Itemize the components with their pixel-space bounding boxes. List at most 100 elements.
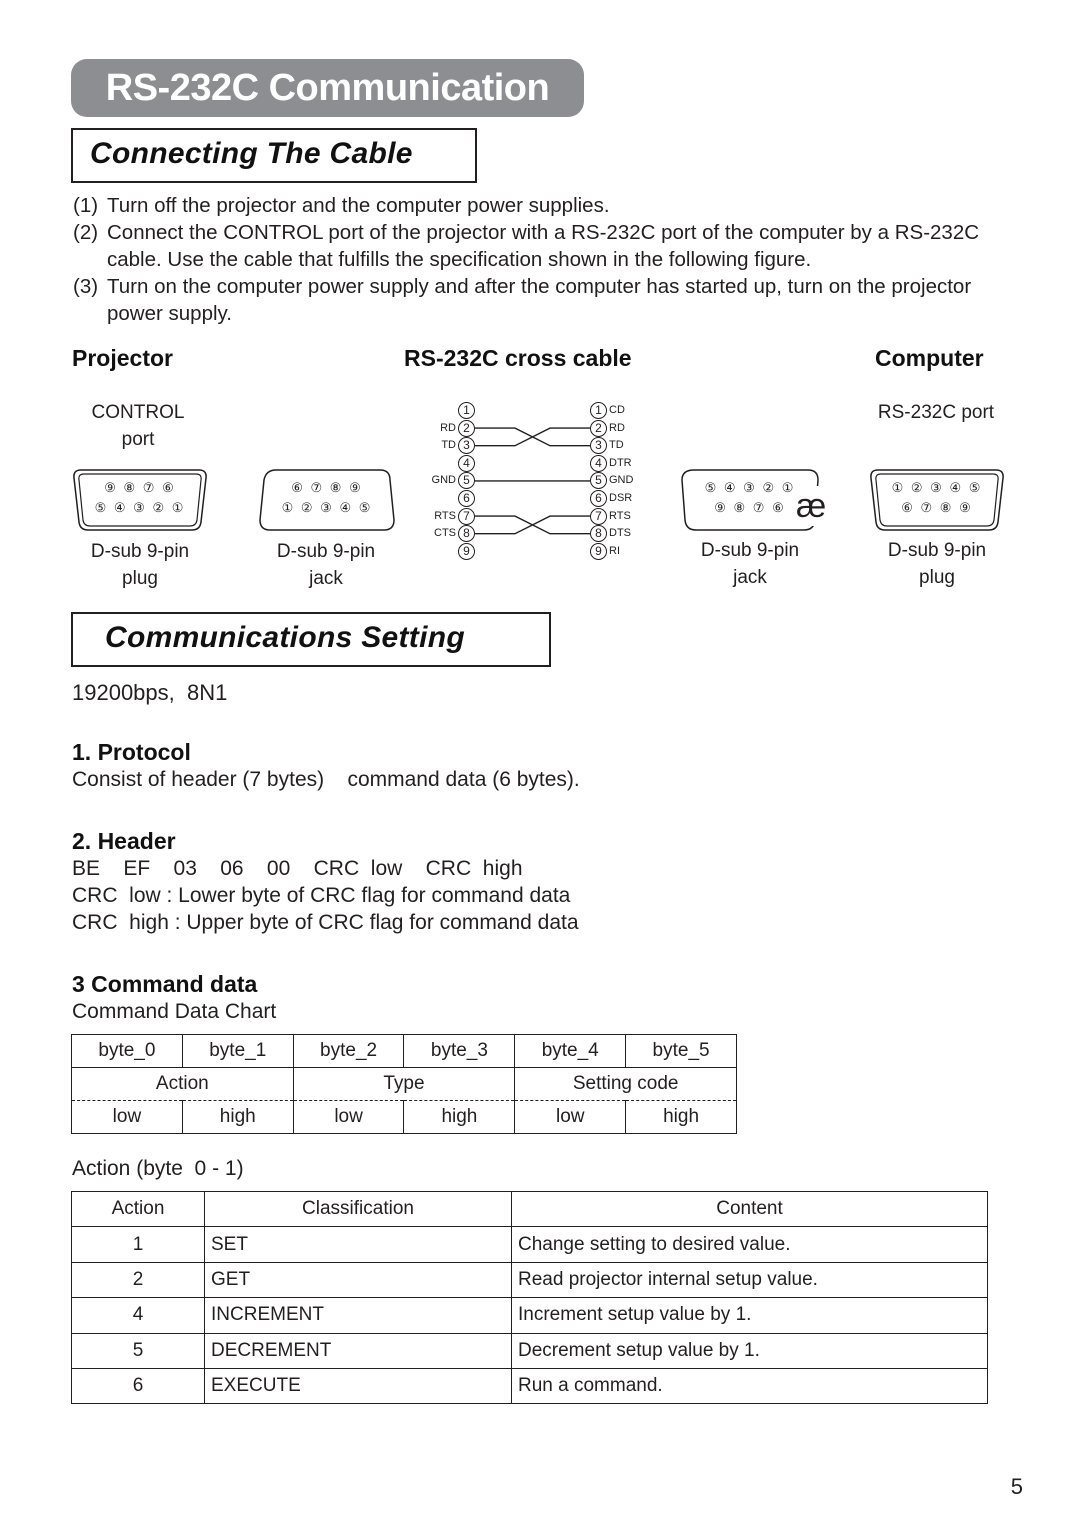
pin-row-top: ① ② ③ ④ ⑤	[891, 480, 983, 495]
step-number: (2)	[73, 221, 99, 244]
content: Change setting to desired value.	[511, 1226, 988, 1263]
order-cell: high	[181, 1100, 294, 1134]
section-title: Communications Setting	[105, 621, 465, 654]
control-port-label: CONTROL port	[78, 399, 198, 453]
classification: DECREMENT	[204, 1332, 512, 1369]
action-code: 2	[71, 1261, 205, 1299]
connector-gender: jack	[309, 568, 343, 589]
right-signal-label: DTR	[609, 456, 632, 469]
content: Decrement setup value by 1.	[511, 1332, 988, 1369]
connector-gender: plug	[122, 568, 158, 589]
left-pin-9: 9	[458, 542, 475, 560]
table-header-row: Action Classification Content	[71, 1190, 988, 1228]
table-row: byte_0 byte_1 byte_2 byte_3 byte_4 byte_…	[71, 1034, 737, 1068]
connector-label: D-sub 9-pin plug	[72, 538, 208, 592]
table-row: 4 INCREMENT Increment setup value by 1.	[71, 1297, 988, 1334]
control-label-line1: CONTROL	[91, 402, 185, 423]
protocol-heading: 1. Protocol	[72, 739, 191, 765]
byte-cell: byte_0	[71, 1034, 183, 1068]
header-heading: 2. Header	[72, 828, 176, 854]
left-signal-label: RTS	[434, 509, 456, 522]
byte-cell: byte_4	[514, 1034, 627, 1068]
byte-cell: byte_3	[403, 1034, 516, 1068]
pin-row-top: ⑨ ⑧ ⑦ ⑥	[104, 480, 176, 495]
right-pin-7: 7	[590, 507, 607, 525]
step-item: (1) Turn off the projector and the compu…	[73, 192, 1013, 219]
order-cell: high	[625, 1100, 737, 1134]
right-pin-9: 9	[590, 542, 607, 560]
dsub-plug-connector-projector: ⑨ ⑧ ⑦ ⑥ ⑤ ④ ③ ② ①	[71, 468, 209, 537]
section-heading-communications-setting: Communications Setting	[71, 612, 551, 667]
connector-type: D-sub 9-pin	[887, 540, 987, 561]
left-signal-label: RD	[440, 421, 456, 434]
header-bytes: BE EF 03 06 00 CRC low CRC high	[72, 857, 523, 880]
pin-row-bottom: ① ② ③ ④ ⑤	[281, 500, 373, 515]
left-pin-7: 7	[458, 507, 475, 525]
action-code: 6	[71, 1367, 205, 1405]
step-text: Turn on the computer power supply and af…	[107, 275, 972, 325]
table-row: 1 SET Change setting to desired value.	[71, 1226, 988, 1263]
left-signal-label: CTS	[434, 527, 456, 540]
wire-3-to-2	[475, 427, 590, 447]
instruction-steps: (1) Turn off the projector and the compu…	[73, 192, 1013, 327]
content: Increment setup value by 1.	[511, 1297, 988, 1334]
connector-gender: plug	[919, 567, 955, 588]
connector-type: D-sub 9-pin	[700, 540, 800, 561]
byte-cell: byte_5	[625, 1034, 737, 1068]
baud-rate-setting: 19200bps, 8N1	[72, 680, 228, 705]
dsub-jack-connector-cable-left: ⑥ ⑦ ⑧ ⑨ ① ② ③ ④ ⑤	[258, 468, 396, 537]
section-heading-connecting: Connecting The Cable	[71, 128, 477, 183]
right-signal-label: RI	[609, 544, 620, 557]
command-data-chart-title: Command Data Chart	[72, 1000, 277, 1023]
page-number: 5	[1010, 1474, 1023, 1499]
step-text: Turn off the projector and the computer …	[107, 194, 610, 217]
classification: SET	[204, 1226, 512, 1263]
step-number: (1)	[73, 194, 99, 217]
page-title-banner: RS-232C Communication	[71, 59, 584, 117]
rs232c-port-label: RS-232C port	[877, 402, 995, 423]
dsub-plug-connector-computer: ① ② ③ ④ ⑤ ⑥ ⑦ ⑧ ⑨	[868, 468, 1006, 537]
right-signal-label: RD	[609, 421, 625, 434]
pin-row-top: ⑥ ⑦ ⑧ ⑨	[291, 480, 363, 495]
order-cell: low	[292, 1100, 405, 1134]
left-signal-label: GND	[431, 474, 456, 487]
page-title: RS-232C Communication	[105, 67, 550, 109]
table-row: 6 EXECUTE Run a command.	[71, 1367, 988, 1405]
column-header: Content	[511, 1190, 988, 1228]
left-pin-6: 6	[458, 490, 475, 507]
action-code: 5	[71, 1332, 205, 1369]
right-signal-label: DSR	[609, 492, 633, 504]
connector-type: D-sub 9-pin	[90, 541, 190, 562]
right-pin-6: 6	[590, 490, 607, 507]
cable-heading: RS-232C cross cable	[404, 345, 632, 371]
action-code: 1	[71, 1226, 205, 1263]
step-item: (3) Turn on the computer power supply an…	[73, 273, 1013, 327]
table-row: 2 GET Read projector internal setup valu…	[71, 1261, 988, 1299]
connector-label: D-sub 9-pin jack	[682, 537, 818, 591]
right-pin-2: 2	[590, 419, 607, 437]
order-cell: high	[403, 1100, 516, 1134]
right-signal-label: CD	[609, 404, 625, 416]
right-signal-label: DTS	[609, 527, 631, 540]
classification: EXECUTE	[204, 1367, 512, 1405]
step-item: (2) Connect the CONTROL port of the proj…	[73, 219, 1013, 273]
table-row: Action Type Setting code	[71, 1067, 737, 1101]
protocol-text: Consist of header (7 bytes) command data…	[72, 768, 580, 791]
group-cell: Setting code	[514, 1067, 737, 1101]
table-row: 5 DECREMENT Decrement setup value by 1.	[71, 1332, 988, 1369]
column-header: Classification	[204, 1190, 512, 1228]
group-cell: Action	[71, 1067, 294, 1101]
left-pin-4: 4	[458, 454, 475, 472]
wire-8-to-7	[475, 515, 590, 535]
content: Run a command.	[511, 1367, 988, 1405]
command-data-table: byte_0 byte_1 byte_2 byte_3 byte_4 byte_…	[71, 1034, 737, 1134]
step-number: (3)	[73, 275, 99, 298]
crc-low-description: CRC low : Lower byte of CRC flag for com…	[72, 884, 571, 907]
column-header: Action	[71, 1190, 205, 1228]
control-label-line2: port	[121, 429, 155, 450]
byte-cell: byte_1	[181, 1034, 294, 1068]
action-table: Action Classification Content 1 SET Chan…	[71, 1190, 988, 1405]
pin-row-bottom: ⑥ ⑦ ⑧ ⑨	[901, 500, 973, 515]
right-signal-label: RTS	[609, 509, 631, 522]
left-pin-1: 1	[458, 402, 475, 419]
